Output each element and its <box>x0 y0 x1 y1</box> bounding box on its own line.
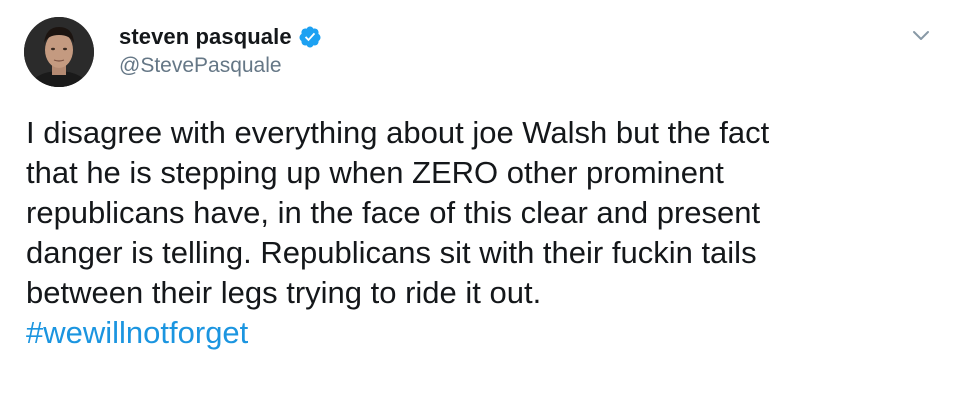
handle[interactable]: @StevePasquale <box>119 54 322 78</box>
author-block: steven pasquale @StevePasquale <box>119 22 322 78</box>
tweet-text: I disagree with everything about joe Wal… <box>26 113 946 353</box>
tweet-card: steven pasquale @StevePasquale I disagre… <box>0 0 958 416</box>
tweet-text-line: I disagree with everything about joe Wal… <box>26 115 770 150</box>
name-row: steven pasquale <box>119 22 322 52</box>
hashtag-link[interactable]: #wewillnotforget <box>26 313 946 353</box>
chevron-down-icon[interactable] <box>910 24 932 46</box>
verified-badge-icon <box>298 25 322 49</box>
tweet-text-line: republicans have, in the face of this cl… <box>26 195 761 230</box>
tweet-text-line: danger is telling. Republicans sit with … <box>26 235 757 270</box>
tweet-text-line: between their legs trying to ride it out… <box>26 275 542 310</box>
display-name[interactable]: steven pasquale <box>119 24 292 50</box>
avatar[interactable] <box>24 17 94 87</box>
tweet-text-line: that he is stepping up when ZERO other p… <box>26 155 724 190</box>
avatar-image <box>24 17 94 87</box>
